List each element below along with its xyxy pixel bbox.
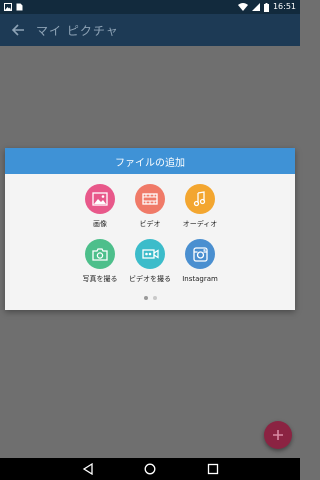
document-notification-icon bbox=[16, 3, 23, 11]
add-video-option[interactable]: ビデオ bbox=[125, 184, 175, 228]
instagram-label: Instagram bbox=[182, 275, 218, 283]
record-video-label: ビデオを撮る bbox=[129, 275, 171, 283]
record-video-option[interactable]: ビデオを撮る bbox=[125, 239, 175, 283]
signal-icon bbox=[251, 3, 260, 11]
add-image-option[interactable]: 画像 bbox=[75, 184, 125, 228]
image-icon bbox=[85, 184, 115, 214]
image-notification-icon bbox=[4, 3, 12, 11]
add-file-dialog: ファイルの追加 画像 ビデオ オーディオ 写真を撮る ビデオを撮る Instag… bbox=[5, 148, 295, 310]
video-camera-icon bbox=[135, 239, 165, 269]
dialog-title: ファイルの追加 bbox=[115, 157, 185, 169]
take-photo-label: 写真を撮る bbox=[82, 275, 118, 283]
video-icon bbox=[135, 184, 165, 214]
nav-back-icon[interactable] bbox=[82, 463, 94, 475]
add-video-label: ビデオ bbox=[139, 220, 161, 228]
music-note-icon bbox=[185, 184, 215, 214]
page-dot[interactable] bbox=[152, 296, 157, 300]
nav-recents-icon[interactable] bbox=[207, 463, 219, 475]
page-indicator bbox=[5, 296, 295, 300]
app-bar: マイ ピクチャ bbox=[0, 14, 300, 46]
add-fab-button[interactable] bbox=[264, 421, 292, 449]
dialog-header: ファイルの追加 bbox=[5, 148, 295, 174]
battery-icon bbox=[263, 2, 269, 12]
page-title: マイ ピクチャ bbox=[36, 24, 119, 38]
back-arrow-icon[interactable] bbox=[8, 20, 28, 40]
navigation-bar bbox=[0, 458, 300, 480]
wifi-icon bbox=[237, 3, 248, 11]
instagram-option[interactable]: Instagram bbox=[175, 239, 225, 283]
status-bar: 16:51 bbox=[0, 0, 300, 14]
plus-icon bbox=[273, 430, 283, 440]
option-grid: 画像 ビデオ オーディオ 写真を撮る ビデオを撮る Instagram bbox=[5, 184, 295, 283]
add-audio-option[interactable]: オーディオ bbox=[175, 184, 225, 228]
add-image-label: 画像 bbox=[93, 220, 107, 228]
add-audio-label: オーディオ bbox=[182, 220, 218, 228]
camera-icon bbox=[85, 239, 115, 269]
status-time: 16:51 bbox=[272, 2, 296, 11]
nav-home-icon[interactable] bbox=[144, 463, 156, 475]
page-dot-active[interactable] bbox=[143, 296, 148, 300]
take-photo-option[interactable]: 写真を撮る bbox=[75, 239, 125, 283]
instagram-icon bbox=[185, 239, 215, 269]
